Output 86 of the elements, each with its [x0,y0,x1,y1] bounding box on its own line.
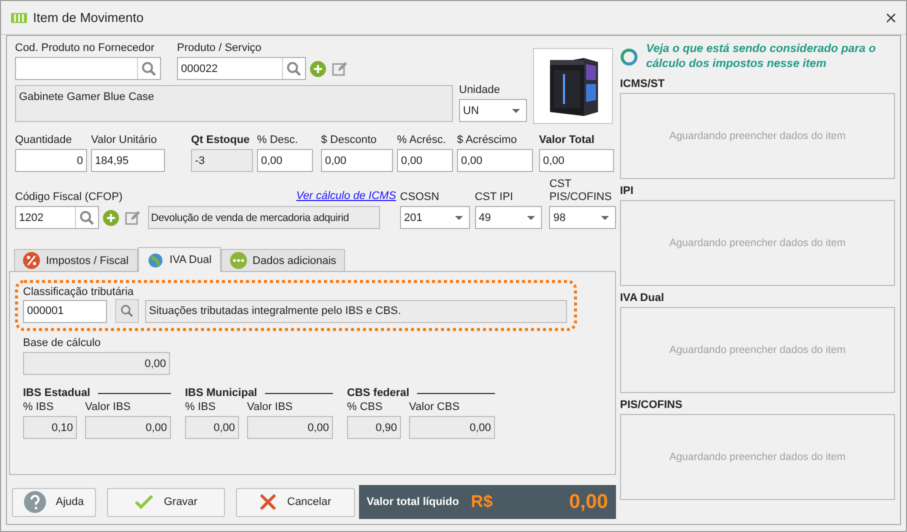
close-icon[interactable] [886,12,896,22]
dialog-button[interactable]: Cancelar [236,488,355,516]
dropdown-icon [454,216,463,220]
readonly-field: 0,00 [85,416,171,439]
search-icon [120,304,134,318]
total-label: Valor total líquido [366,496,459,508]
tab[interactable]: Impostos / Fiscal [14,249,138,271]
field-label: Valor IBS [247,401,294,414]
group-title: IBS Estadual [23,387,90,399]
dialog-button[interactable]: Ajuda [12,488,96,516]
section-title: ICMS/ST [620,78,666,90]
field-label: % IBS [23,401,55,414]
field-label: Produto / Serviço [177,42,262,55]
input-field[interactable]: 0,00 [257,149,313,172]
readonly-field: 0,00 [409,416,495,439]
tab[interactable]: Dados adicionais [220,249,346,271]
readonly-field: 0,00 [23,352,170,375]
field-label: Valor CBS [409,401,461,414]
product-field[interactable]: 000022 [177,57,306,80]
field-label: $ Desconto [321,134,378,147]
field-label: % IBS [185,401,217,414]
field-label: % CBS [347,401,384,414]
product-description: Gabinete Gamer Blue Case [15,85,453,122]
field-label: Valor IBS [85,401,132,414]
classification-description: Situações tributadas integralmente pelo IBS e CBS. [145,300,567,322]
placeholder-message: Aguardando preencher dados do item [669,130,846,142]
readonly-field: 0,10 [23,416,77,439]
cfop-field[interactable]: 1202 [15,206,99,229]
code-select[interactable]: 98 [549,206,616,229]
field-label: CSOSN [400,191,440,204]
help-icon [24,491,46,513]
readonly-field: 0,00 [185,416,239,439]
window-icon [11,12,27,24]
section-title: IVA Dual [620,292,666,304]
section-title: PIS/COFINS [620,399,684,411]
globe-icon [146,252,164,268]
icms-calculation-link[interactable]: Ver cálculo de ICMS [296,189,396,203]
currency-symbol: R$ [470,492,494,512]
field-label: Quantidade [15,134,73,147]
window-title: Item de Movimento [33,10,145,25]
classification-field[interactable]: 000001 [23,300,107,322]
field-label: Valor Unitário [91,134,158,147]
field-label: CST PIS/COFINS [549,178,613,204]
close-icon [259,493,278,511]
unit-select[interactable]: UN [459,99,527,122]
field-label: Unidade [459,84,501,97]
placeholder-message: Aguardando preencher dados do item [669,451,846,463]
field-label: Valor Total [539,134,596,147]
search-button[interactable] [115,299,139,323]
readonly-field: 0,00 [247,416,333,439]
field-label: Qt Estoque [191,134,251,147]
more-icon [230,252,247,269]
field-label: % Desc. [257,134,299,147]
readonly-field: -3 [191,149,253,172]
dropdown-icon [527,216,536,220]
code-select[interactable]: 49 [474,206,542,229]
field-label: $ Acréscimo [457,134,518,147]
input-field[interactable]: 0,00 [457,149,533,172]
input-field[interactable]: 0,00 [539,149,614,172]
info-heading: Veja o que está sendo considerado para o cálculo dos impostos nesse item [646,42,877,72]
field-label: Base de cálculo [23,337,102,350]
input-field[interactable]: 0,00 [321,149,393,172]
input-field[interactable]: 0,00 [397,149,453,172]
check-icon [134,494,154,510]
supplier-code-field[interactable] [15,57,161,80]
cfop-description: Devolução de venda de mercadoria adquirid [148,206,380,229]
field-label: % Acrésc. [397,134,447,147]
field-label: Cod. Produto no Fornecedor [15,42,156,55]
field-label: Código Fiscal (CFOP) [15,191,123,204]
section-title: IPI [620,185,634,197]
group-title: IBS Municipal [185,387,258,399]
total-value: 0,00 [569,490,608,514]
placeholder-message: Aguardando preencher dados do item [669,344,846,356]
input-field[interactable]: 184,95 [91,149,165,172]
code-select[interactable]: 201 [400,206,470,229]
percent-icon [23,252,40,269]
field-label: Classificação tributária [23,286,134,298]
placeholder-message: Aguardando preencher dados do item [669,237,846,249]
input-field[interactable]: 0 [15,149,87,172]
field-label: CST IPI [474,191,514,204]
group-title: CBS federal [347,387,410,399]
dropdown-icon [601,216,609,220]
dialog-button[interactable]: Gravar [106,488,225,516]
readonly-field: 0,90 [347,416,401,439]
dropdown-icon [512,108,520,112]
tab[interactable]: IVA Dual [138,247,221,272]
